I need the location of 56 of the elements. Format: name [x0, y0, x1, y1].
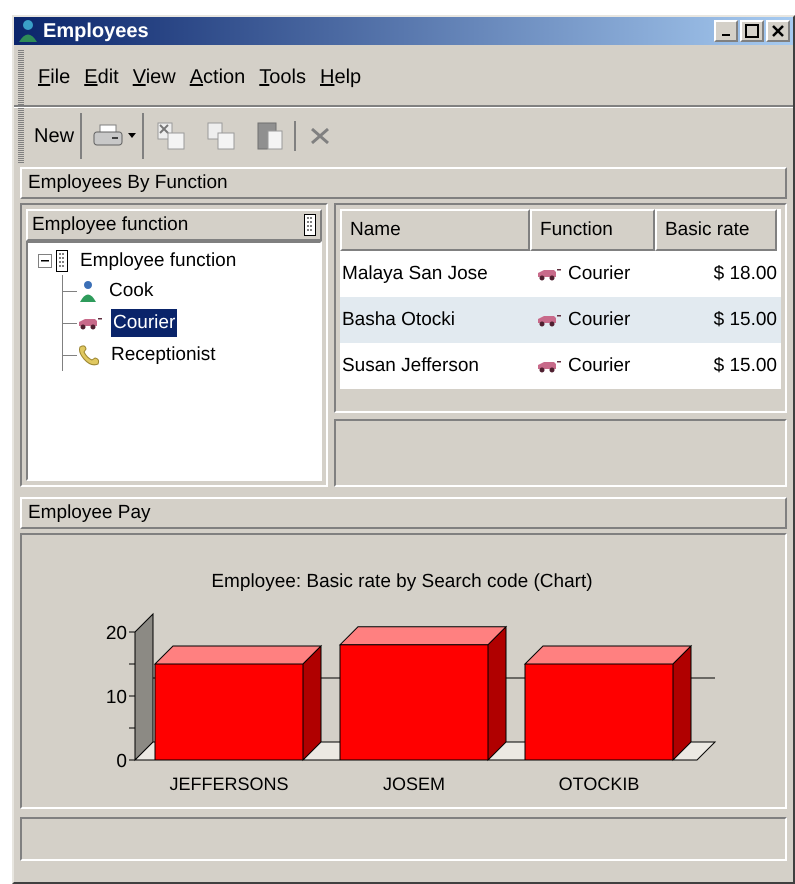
- table-cell-text: $ 15.00: [712, 354, 777, 378]
- x-category-label: JEFFERSONS: [170, 774, 288, 794]
- table-cell-text: $ 15.00: [712, 308, 777, 332]
- table-cell-text: $ 18.00: [712, 262, 777, 286]
- table-cell-text: Susan Jefferson: [341, 354, 480, 378]
- person-icon: [77, 279, 99, 303]
- collapse-toggle[interactable]: [38, 254, 52, 268]
- minus-icon: [41, 260, 49, 262]
- table-cell-text: Malaya San Jose: [341, 262, 489, 286]
- y-tick-label: 20: [106, 623, 127, 644]
- table-cell-text: Courier: [568, 354, 630, 378]
- close-icon: [771, 24, 785, 38]
- table-cell-text: Courier: [568, 262, 630, 286]
- section-title: Employees By Function: [28, 170, 228, 195]
- close-button[interactable]: [766, 20, 790, 42]
- toolbar-grip[interactable]: [18, 108, 24, 163]
- tree-item[interactable]: Receptionist: [109, 340, 218, 370]
- table-cell-text: Courier: [568, 308, 630, 332]
- phone-icon: [77, 344, 101, 366]
- toolbar-grip[interactable]: [18, 49, 24, 105]
- chart-title: Employee: Basic rate by Search code (Chart): [211, 571, 593, 592]
- table-cell-text: Basha Otocki: [341, 308, 456, 332]
- table-row[interactable]: Basha Otocki Courier $ 15.00: [340, 297, 781, 343]
- vehicle-icon: [536, 313, 562, 327]
- minimize-button[interactable]: [714, 20, 738, 42]
- list-icon: [56, 250, 68, 272]
- column-header[interactable]: Basic rate: [655, 209, 777, 251]
- vehicle-icon: [536, 359, 562, 373]
- vehicle-icon: [77, 316, 103, 330]
- x-category-label: OTOCKIB: [558, 774, 640, 794]
- column-header[interactable]: Function: [530, 209, 655, 251]
- section-title: Employee Pay: [28, 500, 151, 525]
- printer-icon: [92, 122, 124, 148]
- y-tick-label: 10: [106, 687, 127, 708]
- tree-item[interactable]: Courier: [111, 308, 178, 338]
- column-header[interactable]: Name: [340, 209, 530, 251]
- dropdown-arrow-icon: [128, 133, 136, 138]
- y-tick-label: 0: [116, 751, 127, 772]
- menu-item[interactable]: Help: [314, 60, 368, 94]
- menu-item[interactable]: View: [126, 60, 182, 94]
- person-icon: [17, 19, 39, 43]
- x-category-label: JOSEM: [383, 774, 445, 794]
- new-button[interactable]: New: [28, 112, 82, 158]
- tree-item[interactable]: Employee function: [80, 246, 236, 276]
- maximize-button[interactable]: [740, 20, 764, 42]
- menu-item[interactable]: File: [32, 60, 76, 94]
- list-icon: [304, 214, 316, 236]
- tree-item[interactable]: Cook: [107, 276, 156, 306]
- menu-item[interactable]: Action: [184, 60, 252, 94]
- minimize-icon: [722, 34, 730, 36]
- window-title: Employees: [43, 19, 150, 44]
- menu-item[interactable]: Tools: [253, 60, 312, 94]
- tree-header-label: Employee function: [32, 212, 188, 237]
- vehicle-icon: [536, 267, 562, 281]
- maximize-icon: [745, 24, 759, 38]
- menu-item[interactable]: Edit: [78, 60, 125, 94]
